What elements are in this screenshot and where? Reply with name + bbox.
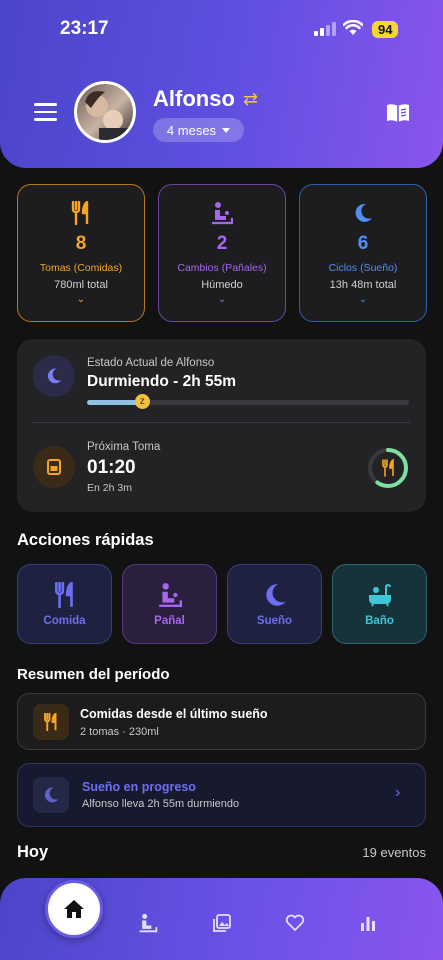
home-icon — [64, 900, 84, 918]
fork-knife-icon — [382, 458, 394, 477]
nav-diaper[interactable] — [137, 912, 159, 934]
current-status-card[interactable]: Estado Actual de Alfonso Durmiendo - 2h … — [17, 339, 426, 512]
quick-action-food[interactable]: Comida — [17, 564, 112, 644]
chevron-down-icon: ⌄ — [358, 294, 368, 305]
stat-value: 8 — [75, 233, 87, 254]
chevron-down-icon: ⌄ — [76, 294, 86, 305]
stat-label: Cambios (Pañales) — [177, 262, 267, 274]
stat-subtitle: Húmedo — [201, 279, 243, 291]
avatar-photo — [85, 91, 129, 140]
stat-value: 6 — [357, 233, 369, 254]
profile-header: 23:17 94 Alfonso ⇄ 4 meses — [0, 0, 443, 168]
quick-action-label: Comida — [43, 614, 86, 627]
feeding-icon-badge — [33, 704, 69, 740]
sleep-status-icon — [33, 355, 75, 397]
cellular-signal-icon — [314, 22, 336, 36]
chevron-right-icon: › — [395, 784, 401, 801]
profile-name: Alfonso — [153, 86, 235, 111]
nav-favorites[interactable] — [284, 912, 306, 934]
today-title: Hoy — [17, 843, 49, 861]
next-feeding-countdown: En 2h 3m — [87, 482, 132, 494]
stat-card-diapers[interactable]: 2 Cambios (Pañales) Húmedo ⌄ — [158, 184, 286, 322]
today-event-count: 19 eventos — [362, 845, 426, 860]
sleep-progress-fill — [87, 400, 142, 405]
sleep-progress-bar: z — [87, 394, 409, 409]
fork-knife-icon — [71, 201, 89, 225]
fork-knife-icon — [54, 581, 73, 608]
nav-stats[interactable] — [357, 912, 379, 934]
quick-action-diaper[interactable]: Pañal — [122, 564, 217, 644]
photo-gallery-icon — [213, 914, 231, 932]
avatar[interactable] — [74, 81, 136, 143]
summary-sleep-title: Sueño en progreso — [82, 780, 196, 794]
battery-indicator: 94 — [372, 21, 399, 38]
next-feeding-time: 01:20 — [87, 457, 136, 478]
current-state-label: Estado Actual de Alfonso — [87, 357, 215, 369]
changing-table-icon — [212, 202, 233, 225]
summary-sleep-sub: Alfonso lleva 2h 55m durmiendo — [82, 798, 240, 810]
cup-icon — [47, 459, 61, 475]
wifi-icon — [343, 20, 363, 35]
bottle-status-icon — [33, 446, 75, 488]
feeding-progress-ring — [368, 448, 408, 488]
summary-feeding-card[interactable]: Comidas desde el último sueño 2 tomas · … — [17, 693, 426, 750]
chevron-down-icon: ⌄ — [217, 294, 227, 305]
moon-icon — [44, 787, 59, 803]
age-label: 4 meses — [166, 122, 217, 138]
nav-gallery[interactable] — [211, 912, 233, 934]
quick-action-label: Baño — [365, 614, 394, 627]
stat-label: Ciclos (Sueño) — [328, 262, 398, 274]
moon-icon — [47, 368, 62, 384]
swap-profile-icon[interactable]: ⇄ — [243, 89, 258, 110]
stat-card-feedings[interactable]: 8 Tomas (Comidas) 780ml total ⌄ — [17, 184, 145, 322]
changing-table-icon — [139, 913, 158, 933]
quick-action-label: Sueño — [256, 614, 293, 627]
status-time: 23:17 — [60, 18, 109, 39]
quick-action-sleep[interactable]: Sueño — [227, 564, 322, 644]
current-state-value: Durmiendo - 2h 55m — [87, 373, 236, 390]
nav-home[interactable] — [45, 880, 103, 938]
sleep-icon-badge — [33, 777, 69, 813]
stat-value: 2 — [216, 233, 228, 254]
summary-title: Resumen del período — [17, 666, 170, 683]
heart-icon — [285, 914, 305, 931]
stat-card-sleep[interactable]: 6 Ciclos (Sueño) 13h 48m total ⌄ — [299, 184, 427, 322]
age-selector[interactable]: 4 meses — [153, 118, 244, 142]
quick-actions-title: Acciones rápidas — [17, 531, 154, 549]
next-feeding-label: Próxima Toma — [87, 441, 161, 453]
summary-feeding-sub: 2 tomas · 230ml — [80, 726, 159, 738]
quick-action-bath[interactable]: Baño — [332, 564, 427, 644]
summary-sleep-card[interactable]: Sueño en progreso Alfonso lleva 2h 55m d… — [17, 763, 426, 827]
stat-subtitle: 780ml total — [54, 279, 108, 291]
hamburger-menu-icon[interactable] — [34, 103, 57, 121]
fork-knife-icon — [44, 713, 57, 731]
bar-chart-icon — [361, 917, 375, 931]
summary-feeding-title: Comidas desde el último sueño — [80, 707, 268, 721]
divider — [33, 422, 410, 423]
moon-icon — [265, 583, 286, 606]
stat-subtitle: 13h 48m total — [329, 279, 397, 291]
book-icon[interactable] — [386, 103, 410, 123]
quick-action-label: Pañal — [154, 614, 185, 627]
bathtub-icon — [368, 583, 391, 606]
changing-table-icon — [158, 582, 182, 607]
moon-icon — [355, 203, 372, 222]
sleeping-face-icon: z — [134, 394, 150, 409]
stat-label: Tomas (Comidas) — [39, 262, 123, 274]
chevron-down-icon — [222, 127, 231, 133]
